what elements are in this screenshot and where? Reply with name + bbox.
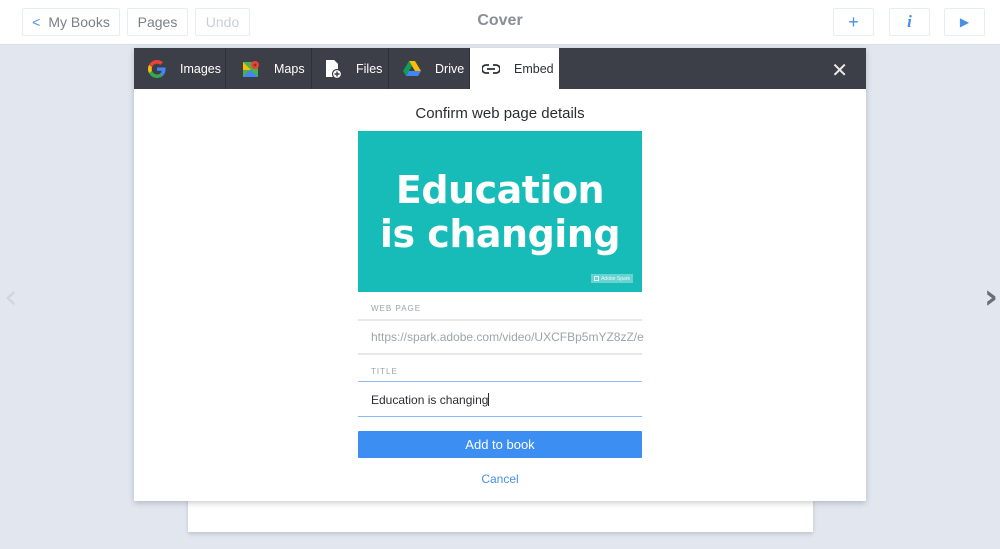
title-label: TITLE [371, 367, 398, 376]
title-input-value: Education is changing [371, 393, 489, 407]
info-button[interactable]: i [889, 8, 930, 36]
tab-images[interactable]: Images [134, 48, 226, 89]
tab-files-label: Files [356, 61, 383, 76]
spark-logo-icon [594, 276, 600, 281]
text-caret [488, 393, 490, 406]
play-icon: ▶ [959, 15, 970, 29]
dialog-heading: Confirm web page details [415, 105, 585, 122]
watermark-label: Adobe Spark [601, 275, 630, 282]
web-page-label: WEB PAGE [371, 304, 422, 313]
previous-page-arrow[interactable]: ‹ [4, 280, 18, 314]
divider [358, 353, 642, 355]
tab-images-label: Images [180, 61, 221, 76]
tab-drive-label: Drive [435, 61, 465, 76]
tab-maps-label: Maps [274, 61, 305, 76]
divider [358, 319, 642, 321]
cancel-link[interactable]: Cancel [134, 472, 866, 486]
web-page-preview-image: Education is changing Adobe Spark [358, 131, 642, 292]
google-drive-icon [401, 58, 423, 80]
tab-embed-label: Embed [514, 61, 554, 76]
tab-embed[interactable]: Embed [470, 48, 559, 89]
file-add-icon [322, 58, 344, 80]
preview-line-2: is changing [379, 211, 621, 256]
close-icon[interactable]: ✕ [831, 58, 848, 82]
adobe-spark-watermark: Adobe Spark [591, 274, 633, 283]
title-input[interactable]: Education is changing [371, 393, 490, 407]
divider [358, 416, 642, 417]
tab-files[interactable]: Files [312, 48, 389, 89]
web-page-url-field[interactable]: https://spark.adobe.com/video/UXCFBp5mYZ… [371, 330, 644, 344]
play-button[interactable]: ▶ [944, 8, 985, 36]
add-to-book-button[interactable]: Add to book [358, 431, 642, 458]
tab-maps[interactable]: Maps [226, 48, 312, 89]
google-maps-icon [240, 58, 262, 80]
google-icon [146, 58, 168, 80]
link-icon [480, 58, 502, 80]
divider [358, 381, 642, 382]
preview-line-1: Education [395, 167, 605, 212]
info-icon: i [907, 12, 912, 31]
next-page-arrow[interactable]: › [984, 280, 998, 314]
tab-drive[interactable]: Drive [389, 48, 470, 89]
embed-dialog: Images Maps Files Drive Embed ✕ Confirm … [134, 48, 866, 501]
top-toolbar: < My Books Pages Undo Cover + i ▶ [0, 0, 1000, 45]
add-page-button[interactable]: + [833, 8, 874, 36]
source-tabs: Images Maps Files Drive Embed ✕ [134, 48, 866, 89]
plus-icon: + [848, 11, 859, 32]
